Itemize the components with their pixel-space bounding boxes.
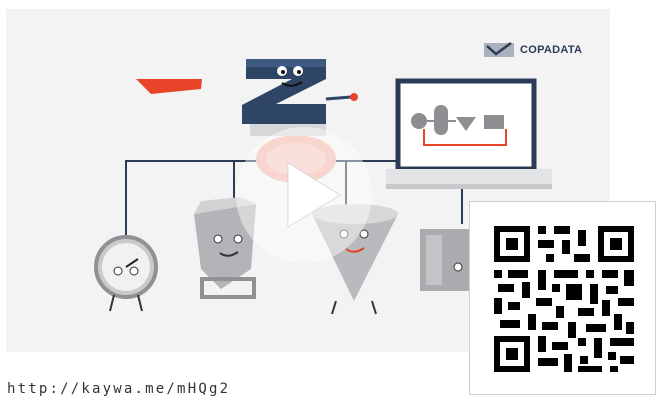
play-icon — [287, 162, 341, 228]
qr-code-icon — [494, 226, 634, 372]
qr-code-panel — [469, 201, 656, 395]
checkmark-flag-icon — [484, 41, 514, 57]
logo-text: COPADATA — [520, 44, 583, 56]
copadata-logo: COPADATA — [484, 41, 582, 59]
play-button[interactable] — [236, 127, 372, 263]
